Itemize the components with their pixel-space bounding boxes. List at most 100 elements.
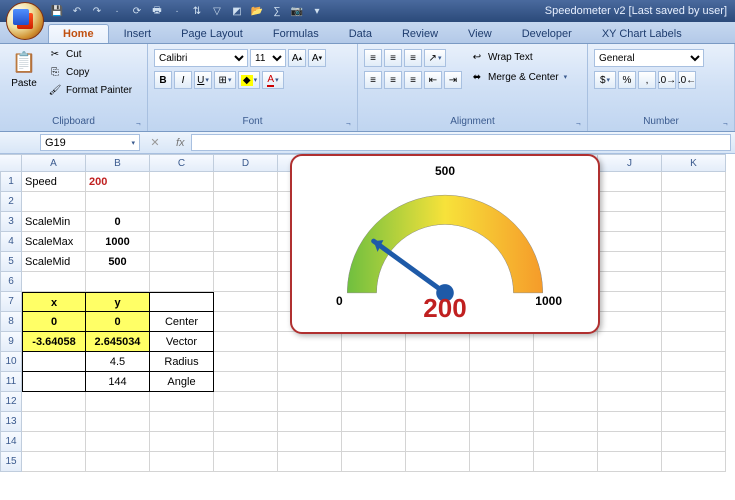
cell-D3[interactable] bbox=[214, 212, 278, 232]
qat-calc-icon[interactable]: ∑ bbox=[270, 4, 284, 18]
cell-A11[interactable] bbox=[22, 372, 86, 392]
cell-K5[interactable] bbox=[662, 252, 726, 272]
align-bottom-button[interactable]: ≡ bbox=[404, 49, 422, 67]
cell-C7[interactable] bbox=[150, 292, 214, 312]
fill-color-button[interactable]: ◆▾ bbox=[238, 71, 260, 89]
cell-J10[interactable] bbox=[598, 352, 662, 372]
cell-J7[interactable] bbox=[598, 292, 662, 312]
align-top-button[interactable]: ≡ bbox=[364, 49, 382, 67]
cell-G9[interactable] bbox=[406, 332, 470, 352]
qat-save-icon[interactable]: 💾 bbox=[50, 4, 64, 18]
grow-font-button[interactable]: A▴ bbox=[288, 49, 306, 67]
cell-F13[interactable] bbox=[342, 412, 406, 432]
formula-input[interactable] bbox=[191, 134, 731, 151]
cell-F12[interactable] bbox=[342, 392, 406, 412]
cell-H14[interactable] bbox=[470, 432, 534, 452]
cell-J15[interactable] bbox=[598, 452, 662, 472]
number-format-select[interactable]: General bbox=[594, 49, 704, 67]
cell-G14[interactable] bbox=[406, 432, 470, 452]
percent-button[interactable]: % bbox=[618, 71, 636, 89]
qat-print-icon[interactable]: 🖶 bbox=[150, 4, 164, 18]
cell-B4[interactable]: 1000 bbox=[86, 232, 150, 252]
row-header-3[interactable]: 3 bbox=[0, 212, 22, 232]
cell-F9[interactable] bbox=[342, 332, 406, 352]
cell-C4[interactable] bbox=[150, 232, 214, 252]
decrease-decimal-button[interactable]: .0← bbox=[678, 71, 696, 89]
cell-A9[interactable]: -3.64058 bbox=[22, 332, 86, 352]
qat-more-icon[interactable]: ▾ bbox=[310, 4, 324, 18]
cell-A4[interactable]: ScaleMax bbox=[22, 232, 86, 252]
cell-D7[interactable] bbox=[214, 292, 278, 312]
cell-B6[interactable] bbox=[86, 272, 150, 292]
cell-B8[interactable]: 0 bbox=[86, 312, 150, 332]
row-header-1[interactable]: 1 bbox=[0, 172, 22, 192]
cell-D10[interactable] bbox=[214, 352, 278, 372]
cell-H11[interactable] bbox=[470, 372, 534, 392]
cell-H10[interactable] bbox=[470, 352, 534, 372]
cancel-icon[interactable]: ✕ bbox=[140, 136, 170, 149]
cell-D12[interactable] bbox=[214, 392, 278, 412]
tab-xy-chart-labels[interactable]: XY Chart Labels bbox=[587, 24, 697, 43]
tab-data[interactable]: Data bbox=[334, 24, 387, 43]
cell-E11[interactable] bbox=[278, 372, 342, 392]
cell-K10[interactable] bbox=[662, 352, 726, 372]
cell-J9[interactable] bbox=[598, 332, 662, 352]
cell-B13[interactable] bbox=[86, 412, 150, 432]
row-header-11[interactable]: 11 bbox=[0, 372, 22, 392]
align-middle-button[interactable]: ≡ bbox=[384, 49, 402, 67]
cell-B5[interactable]: 500 bbox=[86, 252, 150, 272]
cell-E13[interactable] bbox=[278, 412, 342, 432]
cell-C12[interactable] bbox=[150, 392, 214, 412]
underline-button[interactable]: U▾ bbox=[194, 71, 212, 89]
row-header-7[interactable]: 7 bbox=[0, 292, 22, 312]
cell-A2[interactable] bbox=[22, 192, 86, 212]
cell-I10[interactable] bbox=[534, 352, 598, 372]
cell-B7[interactable]: y bbox=[86, 292, 150, 312]
cell-K4[interactable] bbox=[662, 232, 726, 252]
qat-new-icon[interactable]: ◩ bbox=[230, 4, 244, 18]
row-header-4[interactable]: 4 bbox=[0, 232, 22, 252]
bold-button[interactable]: B bbox=[154, 71, 172, 89]
cell-F11[interactable] bbox=[342, 372, 406, 392]
cell-I9[interactable] bbox=[534, 332, 598, 352]
cell-D13[interactable] bbox=[214, 412, 278, 432]
cell-J5[interactable] bbox=[598, 252, 662, 272]
cell-C3[interactable] bbox=[150, 212, 214, 232]
cell-K14[interactable] bbox=[662, 432, 726, 452]
tab-view[interactable]: View bbox=[453, 24, 507, 43]
cell-B3[interactable]: 0 bbox=[86, 212, 150, 232]
cell-A6[interactable] bbox=[22, 272, 86, 292]
wrap-text-button[interactable]: ↩Wrap Text bbox=[468, 49, 569, 65]
comma-button[interactable]: , bbox=[638, 71, 656, 89]
cell-B9[interactable]: 2.645034 bbox=[86, 332, 150, 352]
cell-A13[interactable] bbox=[22, 412, 86, 432]
cell-C6[interactable] bbox=[150, 272, 214, 292]
speedometer-chart[interactable]: 0 500 1000 200 bbox=[290, 154, 600, 334]
row-header-14[interactable]: 14 bbox=[0, 432, 22, 452]
cell-J6[interactable] bbox=[598, 272, 662, 292]
cell-B2[interactable] bbox=[86, 192, 150, 212]
cell-K12[interactable] bbox=[662, 392, 726, 412]
cell-G15[interactable] bbox=[406, 452, 470, 472]
cell-J12[interactable] bbox=[598, 392, 662, 412]
cell-I11[interactable] bbox=[534, 372, 598, 392]
cell-K13[interactable] bbox=[662, 412, 726, 432]
cell-B14[interactable] bbox=[86, 432, 150, 452]
italic-button[interactable]: I bbox=[174, 71, 192, 89]
col-header-B[interactable]: B bbox=[86, 154, 150, 172]
cell-B12[interactable] bbox=[86, 392, 150, 412]
cell-K7[interactable] bbox=[662, 292, 726, 312]
cell-F14[interactable] bbox=[342, 432, 406, 452]
cut-button[interactable]: ✂Cut bbox=[46, 46, 134, 62]
row-header-10[interactable]: 10 bbox=[0, 352, 22, 372]
font-color-button[interactable]: A▾ bbox=[262, 71, 284, 89]
copy-button[interactable]: ⎘Copy bbox=[46, 64, 134, 80]
cell-E14[interactable] bbox=[278, 432, 342, 452]
cell-A12[interactable] bbox=[22, 392, 86, 412]
cell-J8[interactable] bbox=[598, 312, 662, 332]
cell-I13[interactable] bbox=[534, 412, 598, 432]
cell-K6[interactable] bbox=[662, 272, 726, 292]
cell-J14[interactable] bbox=[598, 432, 662, 452]
cell-J1[interactable] bbox=[598, 172, 662, 192]
cell-C15[interactable] bbox=[150, 452, 214, 472]
